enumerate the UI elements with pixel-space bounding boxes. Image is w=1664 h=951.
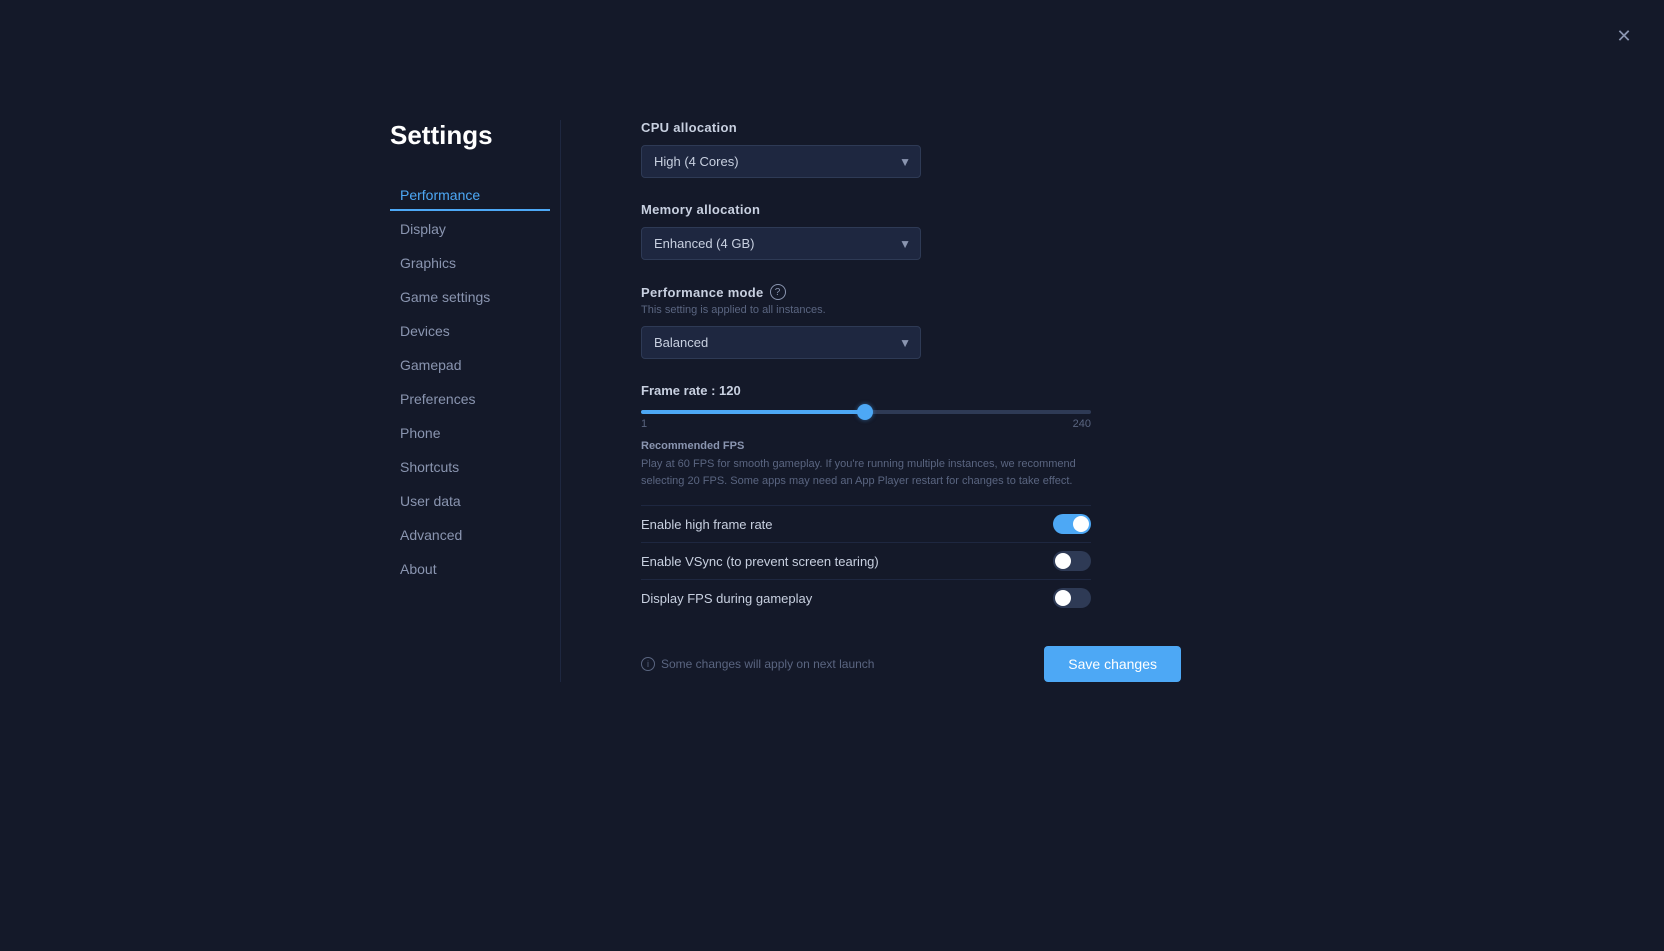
slider-max-label: 240 bbox=[1073, 418, 1091, 430]
slider-min-label: 1 bbox=[641, 418, 647, 430]
page-title: Settings bbox=[390, 120, 560, 151]
performance-mode-label: Performance mode bbox=[641, 285, 764, 300]
footer-note: i Some changes will apply on next launch bbox=[641, 657, 874, 671]
sidebar-item-display[interactable]: Display bbox=[390, 213, 550, 245]
sidebar-divider bbox=[560, 120, 561, 682]
sidebar-item-devices[interactable]: Devices bbox=[390, 315, 550, 347]
toggle-label-display-fps: Display FPS during gameplay bbox=[641, 591, 812, 606]
toggle-row-high-frame-rate: Enable high frame rate bbox=[641, 505, 1091, 542]
toggle-row-display-fps: Display FPS during gameplay bbox=[641, 579, 1091, 616]
frame-rate-slider[interactable] bbox=[641, 410, 1091, 414]
memory-allocation-section: Memory allocation Enhanced (4 GB) ▼ bbox=[641, 202, 1101, 260]
sidebar-item-preferences[interactable]: Preferences bbox=[390, 383, 550, 415]
close-button[interactable]: ✕ bbox=[1608, 20, 1640, 52]
sidebar-item-performance[interactable]: Performance bbox=[390, 179, 550, 211]
sidebar-item-game-settings[interactable]: Game settings bbox=[390, 281, 550, 313]
toggle-knob-vsync bbox=[1055, 553, 1071, 569]
recommended-fps-label: Recommended FPS bbox=[641, 440, 1101, 452]
fps-description: Play at 60 FPS for smooth gameplay. If y… bbox=[641, 456, 1091, 489]
footer: i Some changes will apply on next launch… bbox=[641, 646, 1181, 682]
performance-mode-dropdown[interactable]: Balanced bbox=[641, 326, 921, 359]
sidebar-item-advanced[interactable]: Advanced bbox=[390, 519, 550, 551]
sidebar-item-graphics[interactable]: Graphics bbox=[390, 247, 550, 279]
cpu-dropdown-wrapper: High (4 Cores) ▼ bbox=[641, 145, 921, 178]
toggle-vsync[interactable] bbox=[1053, 551, 1091, 571]
sidebar: Settings Performance Display Graphics Ga… bbox=[390, 120, 560, 682]
toggle-knob-display-fps bbox=[1055, 590, 1071, 606]
toggles-container: Enable high frame rate Enable VSync (to … bbox=[641, 505, 1101, 616]
toggle-label-vsync: Enable VSync (to prevent screen tearing) bbox=[641, 554, 879, 569]
performance-mode-dropdown-wrapper: Balanced ▼ bbox=[641, 326, 921, 359]
cpu-allocation-label: CPU allocation bbox=[641, 120, 1101, 135]
performance-mode-label-row: Performance mode ? bbox=[641, 284, 1101, 300]
sidebar-item-about[interactable]: About bbox=[390, 553, 550, 585]
frame-rate-label: Frame rate : 120 bbox=[641, 383, 1101, 398]
memory-dropdown[interactable]: Enhanced (4 GB) bbox=[641, 227, 921, 260]
memory-allocation-label: Memory allocation bbox=[641, 202, 1101, 217]
toggle-knob-high-frame-rate bbox=[1073, 516, 1089, 532]
memory-dropdown-wrapper: Enhanced (4 GB) ▼ bbox=[641, 227, 921, 260]
sidebar-item-user-data[interactable]: User data bbox=[390, 485, 550, 517]
info-icon: i bbox=[641, 657, 655, 671]
save-changes-button[interactable]: Save changes bbox=[1044, 646, 1181, 682]
settings-container: Settings Performance Display Graphics Ga… bbox=[390, 120, 1101, 682]
sidebar-item-phone[interactable]: Phone bbox=[390, 417, 550, 449]
toggle-label-high-frame-rate: Enable high frame rate bbox=[641, 517, 773, 532]
close-icon: ✕ bbox=[1616, 26, 1631, 47]
performance-mode-section: Performance mode ? This setting is appli… bbox=[641, 284, 1101, 359]
sidebar-item-gamepad[interactable]: Gamepad bbox=[390, 349, 550, 381]
cpu-allocation-section: CPU allocation High (4 Cores) ▼ bbox=[641, 120, 1101, 178]
sidebar-item-shortcuts[interactable]: Shortcuts bbox=[390, 451, 550, 483]
main-content: CPU allocation High (4 Cores) ▼ Memory a… bbox=[601, 120, 1101, 682]
performance-mode-help-icon[interactable]: ? bbox=[770, 284, 786, 300]
toggle-high-frame-rate[interactable] bbox=[1053, 514, 1091, 534]
toggle-display-fps[interactable] bbox=[1053, 588, 1091, 608]
sidebar-nav: Performance Display Graphics Game settin… bbox=[390, 179, 550, 585]
footer-note-text: Some changes will apply on next launch bbox=[661, 657, 874, 671]
performance-mode-subtext: This setting is applied to all instances… bbox=[641, 304, 1101, 316]
frame-rate-section: Frame rate : 120 1 240 Recommended FPS P… bbox=[641, 383, 1101, 616]
cpu-dropdown[interactable]: High (4 Cores) bbox=[641, 145, 921, 178]
toggle-row-vsync: Enable VSync (to prevent screen tearing) bbox=[641, 542, 1091, 579]
